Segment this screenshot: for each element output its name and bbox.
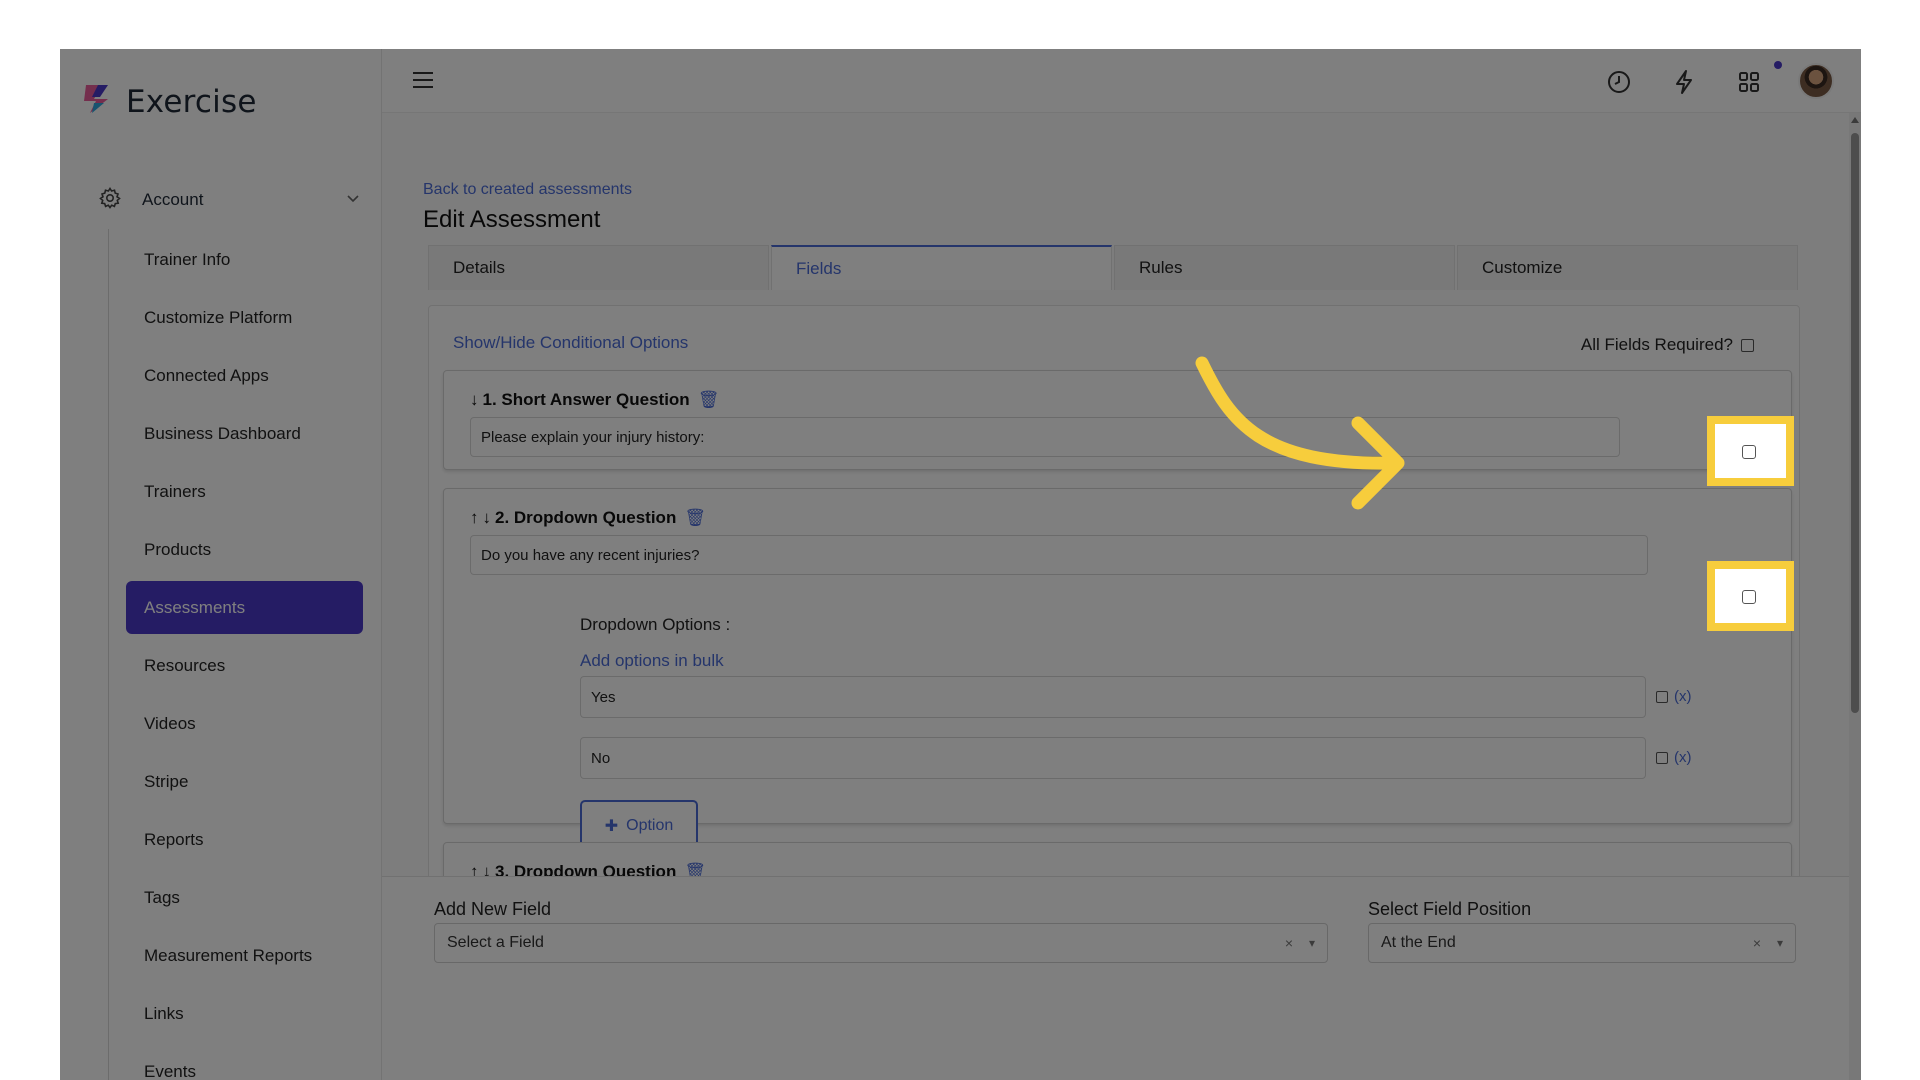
tab-details[interactable]: Details (428, 245, 769, 290)
arrow-down-icon[interactable]: ↓ (470, 390, 479, 410)
chevron-down-icon: ▾ (1776, 936, 1783, 950)
clear-icon[interactable]: × (1753, 935, 1761, 951)
sidebar-item-links[interactable]: Links (126, 987, 363, 1040)
sidebar-item-connected-apps[interactable]: Connected Apps (126, 349, 363, 402)
all-fields-required-label: All Fields Required? (1580, 335, 1733, 354)
arrow-up-icon[interactable]: ↑ (470, 508, 479, 528)
back-link[interactable]: Back to created assessments (423, 181, 632, 199)
add-options-bulk-link[interactable]: Add options in bulk (580, 651, 724, 671)
option-variable-link[interactable]: (x) (1674, 749, 1692, 766)
question-title: ↑ ↓ 2. Dropdown Question 🗑 (470, 508, 706, 528)
scroll-thumb[interactable] (1851, 133, 1859, 713)
question-title: ↓ 1. Short Answer Question 🗑 (470, 390, 719, 410)
sidebar-account-toggle[interactable]: Account (98, 185, 360, 215)
option-extras: (x) (1656, 688, 1692, 705)
pointer-arrow-icon (1190, 351, 1430, 556)
option-extras: (x) (1656, 749, 1692, 766)
sidebar-item-customize-platform[interactable]: Customize Platform (126, 291, 363, 344)
sidebar-item-measurement-reports[interactable]: Measurement Reports (126, 929, 363, 982)
sidebar-item-trainer-info[interactable]: Trainer Info (126, 233, 363, 286)
option-input-no[interactable]: No (580, 737, 1646, 779)
notification-dot (1774, 61, 1782, 69)
option-checkbox[interactable] (1656, 690, 1668, 703)
trash-icon[interactable]: 🗑 (684, 508, 706, 528)
sidebar-item-products[interactable]: Products (126, 523, 363, 576)
tab-customize[interactable]: Customize (1457, 245, 1798, 290)
arrow-down-icon[interactable]: ↓ (483, 508, 492, 528)
sidebar-item-tags[interactable]: Tags (126, 871, 363, 924)
sidebar-item-resources[interactable]: Resources (126, 639, 363, 692)
add-option-label: Option (626, 817, 674, 834)
main-content: Back to created assessments Edit Assessm… (382, 113, 1861, 1080)
select-field-position-label: Select Field Position (1368, 899, 1532, 919)
logo[interactable]: Exercise (82, 83, 257, 120)
avatar[interactable] (1798, 63, 1834, 99)
hamburger-menu-icon[interactable] (412, 71, 434, 94)
top-bar (382, 49, 1861, 113)
app-name: Exercise (126, 83, 257, 120)
scrollbar[interactable] (1849, 113, 1861, 1080)
select-field-dropdown[interactable]: Select a Field × ▾ (434, 923, 1328, 963)
sidebar-item-reports[interactable]: Reports (126, 813, 363, 866)
sidebar-item-trainers[interactable]: Trainers (126, 465, 363, 518)
question-title-text: 2. Dropdown Question (495, 508, 677, 527)
question-1-required-checkbox[interactable] (1742, 445, 1756, 459)
option-variable-link[interactable]: (x) (1674, 688, 1692, 705)
tab-rules[interactable]: Rules (1114, 245, 1455, 290)
question-2-required-highlight (1707, 561, 1794, 631)
option-checkbox[interactable] (1656, 751, 1668, 764)
logo-icon (82, 83, 112, 120)
gear-icon (98, 186, 122, 215)
option-input-yes[interactable]: Yes (580, 676, 1646, 718)
app-window: Exercise Account Trainer Info Customize … (60, 49, 1861, 1080)
tab-bar: Details Fields Rules Customize (428, 245, 1800, 290)
field-position-dropdown[interactable]: At the End × ▾ (1368, 923, 1796, 963)
add-new-field-label: Add New Field (434, 899, 552, 919)
sidebar-item-business-dashboard[interactable]: Business Dashboard (126, 407, 363, 460)
dropdown-options-label: Dropdown Options : (580, 615, 731, 634)
all-fields-required-checkbox[interactable] (1741, 338, 1754, 352)
question-card: ↓ 1. Short Answer Question 🗑 Please expl… (443, 370, 1792, 470)
sidebar-item-assessments[interactable]: Assessments (126, 581, 363, 634)
show-hide-conditional-link[interactable]: Show/Hide Conditional Options (453, 333, 688, 353)
sidebar-item-videos[interactable]: Videos (126, 697, 363, 750)
select-field-placeholder: Select a Field (447, 934, 544, 951)
question-title-text: 1. Short Answer Question (482, 390, 690, 409)
sidebar-item-stripe[interactable]: Stripe (126, 755, 363, 808)
apps-grid-icon[interactable] (1734, 67, 1764, 97)
submenu-rail (108, 229, 109, 1080)
lightning-icon[interactable] (1669, 67, 1699, 97)
tab-fields[interactable]: Fields (771, 245, 1112, 290)
all-fields-required: All Fields Required? (1581, 335, 1754, 355)
question-text-input[interactable]: Do you have any recent injuries? (470, 535, 1648, 575)
chevron-down-icon: ▾ (1308, 936, 1315, 950)
question-card: ↑ ↓ 2. Dropdown Question 🗑 Do you have a… (443, 488, 1792, 852)
trash-icon[interactable]: 🗑 (698, 390, 720, 410)
question-1-required-highlight (1707, 416, 1794, 486)
account-label: Account (142, 190, 204, 209)
sidebar: Exercise Account Trainer Info Customize … (60, 49, 382, 1080)
add-field-bar: Add New Field Select a Field × ▾ Select … (382, 876, 1849, 1080)
field-position-value: At the End (1381, 934, 1456, 951)
sidebar-item-events[interactable]: Events (126, 1045, 363, 1080)
clock-icon[interactable] (1604, 67, 1634, 97)
plus-icon: ✚ (604, 818, 619, 835)
page-title: Edit Assessment (423, 206, 601, 233)
question-2-required-checkbox[interactable] (1742, 590, 1756, 604)
scroll-up-arrow[interactable] (1851, 117, 1859, 123)
question-text-input[interactable]: Please explain your injury history: (470, 417, 1620, 457)
chevron-down-icon (346, 191, 360, 210)
clear-icon[interactable]: × (1285, 935, 1293, 951)
